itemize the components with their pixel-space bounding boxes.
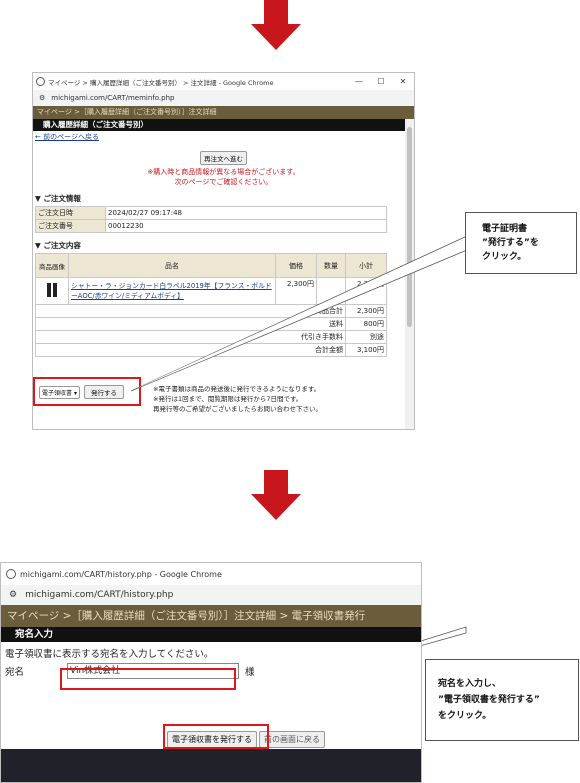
order-date-label: ご注文日時 — [35, 206, 106, 220]
order-items-table: 商品画像 品名 価格 数量 小計 シャトー・ラ・ジョンカード白ラベル2019年【… — [35, 253, 387, 357]
callout2-line2: ”電子領収書を発行する” — [438, 695, 540, 705]
window1-address-bar[interactable]: ⚙ michigami.com/CART/meminfo.php — [33, 90, 414, 106]
issue-note1: ※電子書類は商品の発送後に発行できるようになります。 — [153, 385, 321, 393]
issue-note2: ※発行は1回まで、閲覧期限は発行から7日間です。 — [153, 395, 303, 403]
highlight-issue-button — [33, 377, 141, 406]
grand-total-value: 3,100円 — [345, 343, 387, 357]
col-name: 品名 — [68, 253, 276, 278]
product-image — [35, 277, 69, 305]
back-link[interactable]: ← 前のページへ戻る — [33, 132, 414, 142]
close-icon[interactable]: ✕ — [392, 77, 414, 86]
window2-instruction: 電子領収書に表示する宛名を入力してください。 — [5, 649, 214, 660]
wine-bottle-icon — [53, 283, 57, 297]
down-arrow-middle — [251, 470, 301, 522]
window2-url: michigami.com/CART/history.php — [25, 590, 174, 600]
table-row: ご注文番号 00012230 — [35, 219, 387, 233]
window1-breadcrumb[interactable]: マイページ >［購入履歴詳細（ご注文番号別）］注文詳細 — [33, 106, 414, 119]
col-qty: 数量 — [316, 253, 346, 278]
name-label: 宛名 — [5, 667, 25, 678]
callout2-line1: 宛名を入力し、 — [438, 679, 502, 689]
window2-address-bar[interactable]: ⚙ michigami.com/CART/history.php — [1, 585, 421, 605]
order-info-table: ご注文日時 2024/02/27 09:17:48 ご注文番号 00012230 — [35, 206, 387, 233]
table-header-row: 商品画像 品名 価格 数量 小計 — [35, 253, 387, 278]
table-row: 送料 800円 — [35, 317, 387, 331]
issue-note3: 再発行等のご希望がございましたらお問い合わせ下さい。 — [153, 405, 322, 413]
order-info-heading: ▼ ご注文情報 — [35, 194, 81, 203]
product-name[interactable]: シャトー・ラ・ジョンカード白ラベル2019年【フランス・ボルドーAOC/赤ワイン… — [68, 277, 276, 305]
window2-footer-bar — [1, 749, 421, 782]
order-no-label: ご注文番号 — [35, 219, 106, 233]
table-row: 代引き手数料 別途 — [35, 330, 387, 344]
notice-line1: ※購入時と商品情報が異なる場合がございます。 — [147, 168, 300, 176]
window1-titlebar: マイページ > 購入履歴詳細（ご注文番号別） > 注文詳細 - Google C… — [33, 73, 414, 90]
shipping-label: 送料 — [35, 317, 346, 331]
window1-section-title: 購入履歴詳細（ご注文番号別） — [33, 119, 414, 131]
window1-scrollbar[interactable] — [405, 119, 414, 429]
honorific: 様 — [245, 667, 255, 678]
goods-total-value: 2,300円 — [345, 304, 387, 318]
highlight-issue-receipt-button — [163, 724, 269, 749]
order-date-value: 2024/02/27 09:17:48 — [105, 206, 387, 220]
table-row: 合計金額 3,100円 — [35, 343, 387, 357]
window2-title: michigami.com/CART/history.php - Google … — [20, 569, 222, 579]
down-arrow-top — [251, 0, 301, 52]
table-row: ご注文日時 2024/02/27 09:17:48 — [35, 206, 387, 220]
window1-url: michigami.com/CART/meminfo.php — [51, 94, 175, 102]
cod-label: 代引き手数料 — [35, 330, 346, 344]
site-info-icon[interactable]: ⚙ — [39, 94, 45, 102]
callout1-line1: 電子証明書 — [482, 224, 528, 234]
table-row: 商品合計 2,300円 — [35, 304, 387, 318]
product-price: 2,300円 — [275, 277, 317, 305]
goods-total-label: 商品合計 — [35, 304, 346, 318]
window2-breadcrumb[interactable]: マイページ >［購入履歴詳細（ご注文番号別）］注文詳細 > 電子領収書発行 — [1, 605, 421, 627]
product-qty — [316, 277, 346, 305]
window2-titlebar: michigami.com/CART/history.php - Google … — [1, 563, 421, 585]
table-row: シャトー・ラ・ジョンカード白ラベル2019年【フランス・ボルドーAOC/赤ワイン… — [35, 277, 387, 305]
wine-bottle-icon — [47, 283, 51, 297]
callout2-line3: をクリック。 — [438, 711, 492, 721]
chrome-icon — [6, 569, 16, 579]
minimize-icon[interactable]: — — [348, 77, 370, 86]
site-info-icon[interactable]: ⚙ — [9, 590, 17, 600]
order-no-value: 00012230 — [105, 219, 387, 233]
window1-title: マイページ > 購入履歴詳細（ご注文番号別） > 注文詳細 - Google C… — [48, 78, 274, 87]
product-subtotal: 2,300円 — [345, 277, 387, 305]
scrollbar-thumb[interactable] — [407, 127, 412, 327]
callout1-line2: ”発行する”を — [482, 238, 539, 248]
callout1: 電子証明書 ”発行する”を クリック。 — [465, 212, 577, 274]
col-image: 商品画像 — [35, 253, 69, 278]
notice-line2: 次のページでご確認ください。 — [174, 178, 273, 186]
shipping-value: 800円 — [345, 317, 387, 331]
window2-section-title: 宛名入力 — [1, 627, 421, 642]
col-subtotal: 小計 — [345, 253, 387, 278]
highlight-name-input — [60, 668, 236, 690]
callout1-line3: クリック。 — [482, 252, 527, 262]
chrome-icon — [36, 77, 45, 86]
callout2: 宛名を入力し、 ”電子領収書を発行する” をクリック。 — [425, 659, 579, 741]
order-content-heading: ▼ ご注文内容 — [35, 241, 81, 250]
grand-total-label: 合計金額 — [35, 343, 346, 357]
cod-value: 別途 — [345, 330, 387, 344]
maximize-icon[interactable]: ☐ — [370, 77, 392, 86]
reorder-button[interactable]: 再注文へ進む — [200, 151, 247, 165]
col-price: 価格 — [275, 253, 317, 278]
